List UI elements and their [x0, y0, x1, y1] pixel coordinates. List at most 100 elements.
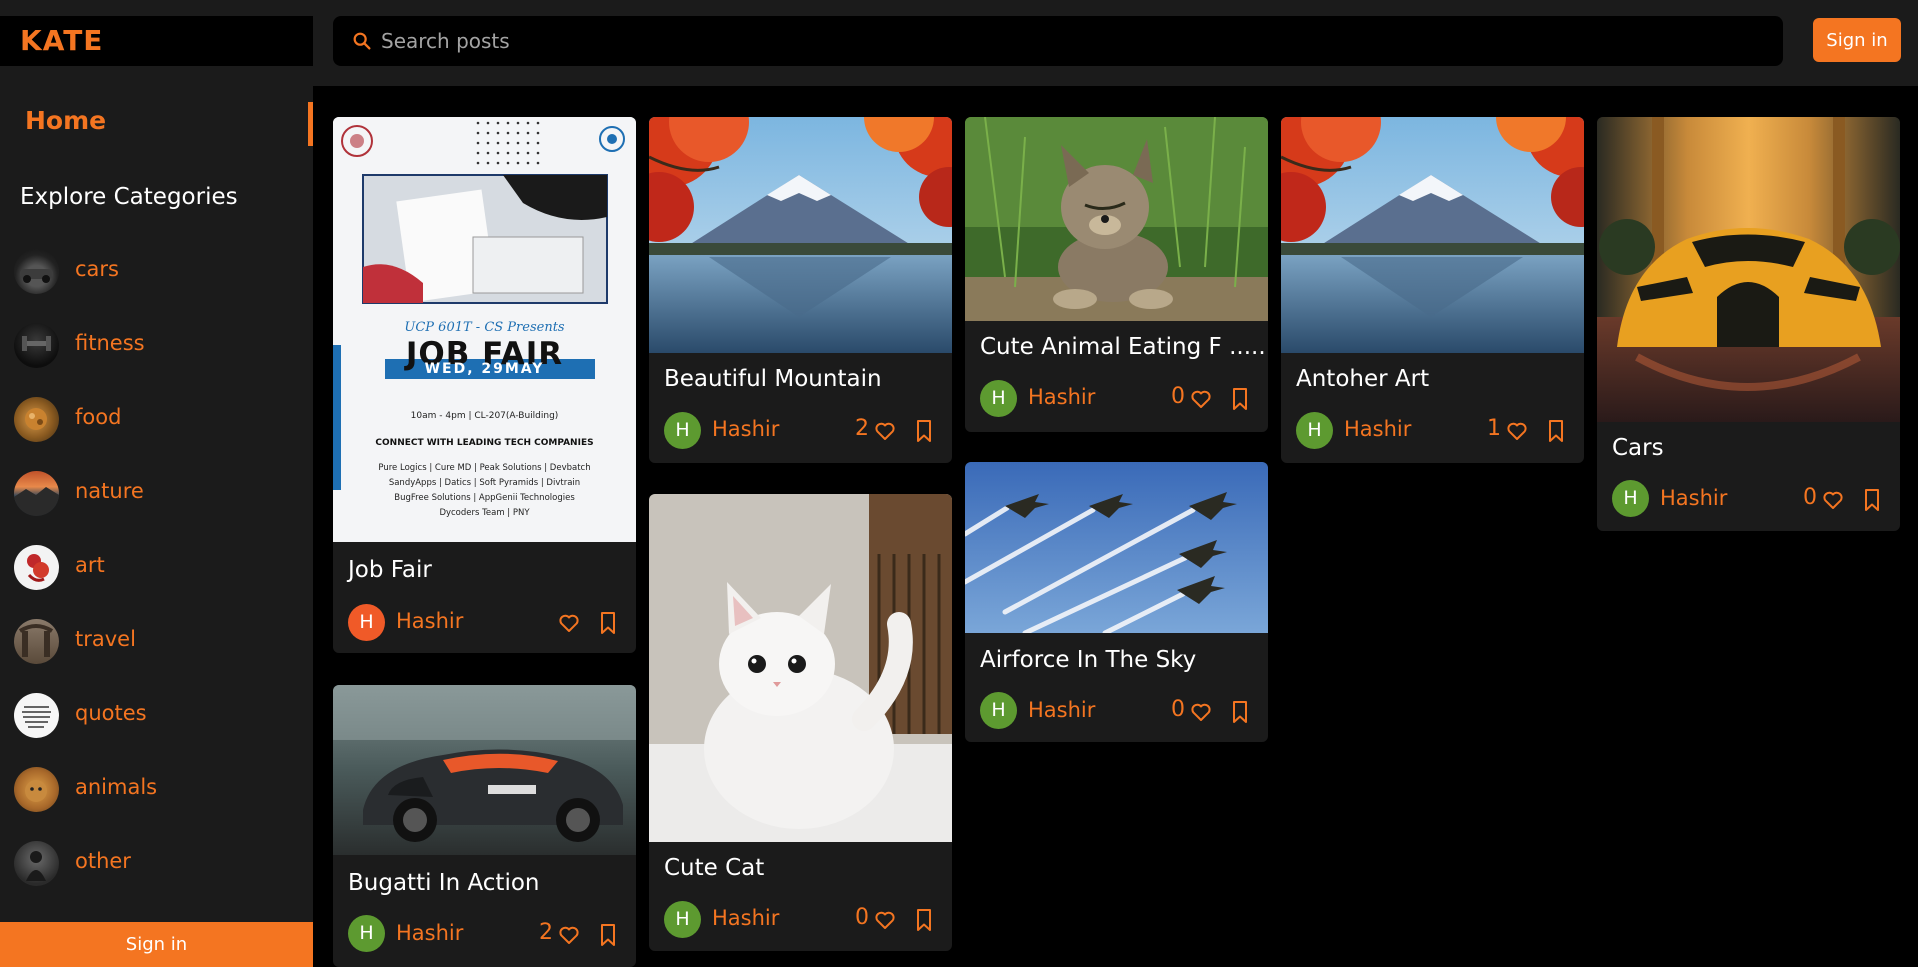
post-author[interactable]: Hashir — [396, 921, 463, 945]
bookmark-icon[interactable] — [1230, 700, 1250, 724]
bookmark-icon[interactable] — [598, 923, 618, 947]
category-thumbnail — [14, 397, 59, 442]
heart-icon[interactable] — [873, 908, 897, 932]
post-card[interactable]: Beautiful Mountain H Hashir 2 — [649, 117, 952, 463]
poster-date: WED, 29MAY — [424, 361, 545, 377]
post-author[interactable]: Hashir — [712, 906, 779, 930]
category-thumbnail — [14, 767, 59, 812]
category-label: food — [75, 405, 122, 429]
poster-companies: Dycoders Team | PNY — [439, 508, 530, 518]
heart-icon[interactable] — [557, 611, 581, 635]
sidebar-item-animals[interactable]: animals — [14, 764, 294, 814]
sidebar-item-cars[interactable]: cars — [14, 246, 294, 296]
like-count: 0 — [855, 905, 869, 930]
post-card[interactable]: Antoher Art H Hashir 1 — [1281, 117, 1584, 463]
post-title[interactable]: Bugatti In Action — [348, 870, 540, 896]
sidebar-item-art[interactable]: art — [14, 542, 294, 592]
post-title[interactable]: Airforce In The Sky — [980, 647, 1196, 673]
post-title[interactable]: Beautiful Mountain — [664, 366, 882, 392]
post-author[interactable]: Hashir — [1028, 385, 1095, 409]
category-label: animals — [75, 775, 158, 799]
post-image — [333, 685, 636, 855]
like-count: 2 — [855, 416, 869, 441]
category-label: art — [75, 553, 105, 577]
bookmark-icon[interactable] — [914, 419, 934, 443]
poster-companies: SandyApps | Datics | Soft Pyramids | Div… — [388, 478, 581, 488]
sidebar-item-nature[interactable]: nature — [14, 468, 294, 518]
like-count: 2 — [539, 920, 553, 945]
post-card[interactable]: Cars H Hashir 0 — [1597, 117, 1900, 531]
sidebar-item-food[interactable]: food — [14, 394, 294, 444]
bookmark-icon[interactable] — [1862, 488, 1882, 512]
post-image — [965, 462, 1268, 633]
post-card[interactable]: Bugatti In Action H Hashir 2 — [333, 685, 636, 967]
post-card[interactable]: Cute Animal Eating F ..... H Hashir 0 — [965, 117, 1268, 432]
post-author[interactable]: Hashir — [396, 609, 463, 633]
search-bar[interactable] — [333, 16, 1783, 66]
post-title[interactable]: Cute Cat — [664, 855, 764, 881]
category-label: travel — [75, 627, 136, 651]
avatar[interactable]: H — [980, 692, 1017, 729]
poster-companies: BugFree Solutions | AppGenii Technologie… — [394, 493, 575, 503]
bookmark-icon[interactable] — [598, 611, 618, 635]
bookmark-icon[interactable] — [914, 908, 934, 932]
post-author[interactable]: Hashir — [712, 417, 779, 441]
app-logo[interactable]: KATE — [20, 24, 103, 57]
category-label: cars — [75, 257, 119, 281]
search-input[interactable] — [381, 16, 1761, 66]
explore-categories-heading: Explore Categories — [20, 184, 238, 210]
search-icon — [353, 32, 371, 50]
post-title[interactable]: Cute Animal Eating F ..... — [980, 334, 1266, 360]
avatar[interactable]: H — [1296, 412, 1333, 449]
heart-icon[interactable] — [1505, 419, 1529, 443]
poster-companies: Pure Logics | Cure MD | Peak Solutions |… — [378, 463, 591, 473]
post-image — [649, 117, 952, 353]
heart-icon[interactable] — [873, 419, 897, 443]
post-author[interactable]: Hashir — [1028, 698, 1095, 722]
header-sign-in-button[interactable]: Sign in — [1813, 18, 1901, 62]
avatar[interactable]: H — [348, 915, 385, 952]
category-label: quotes — [75, 701, 147, 725]
bookmark-icon[interactable] — [1546, 419, 1566, 443]
poster-header: UCP 601T - CS Presents — [404, 320, 565, 335]
post-title[interactable]: Cars — [1612, 435, 1664, 461]
post-card[interactable]: UCP 601T - CS Presents JOB FAIR WED, 29M… — [333, 117, 636, 653]
category-thumbnail — [14, 545, 59, 590]
post-image — [1281, 117, 1584, 353]
sidebar-item-travel[interactable]: travel — [14, 616, 294, 666]
category-label: nature — [75, 479, 144, 503]
post-title[interactable]: Job Fair — [348, 557, 432, 583]
post-card[interactable]: Airforce In The Sky H Hashir 0 — [965, 462, 1268, 742]
post-author[interactable]: Hashir — [1660, 486, 1727, 510]
like-count: 0 — [1171, 384, 1185, 409]
heart-icon[interactable] — [1189, 387, 1213, 411]
like-count: 0 — [1803, 485, 1817, 510]
category-thumbnail — [14, 841, 59, 886]
heart-icon[interactable] — [1821, 488, 1845, 512]
sidebar-sign-in-button[interactable]: Sign in — [0, 922, 313, 967]
sidebar-item-other[interactable]: other — [14, 838, 294, 888]
post-title[interactable]: Antoher Art — [1296, 366, 1429, 392]
avatar[interactable]: H — [980, 380, 1017, 417]
bookmark-icon[interactable] — [1230, 387, 1250, 411]
sidebar-home-link[interactable]: Home — [25, 106, 106, 135]
post-author[interactable]: Hashir — [1344, 417, 1411, 441]
heart-icon[interactable] — [1189, 700, 1213, 724]
post-image: UCP 601T - CS Presents JOB FAIR WED, 29M… — [333, 117, 636, 542]
category-thumbnail — [14, 249, 59, 294]
category-thumbnail — [14, 619, 59, 664]
post-image — [1597, 117, 1900, 422]
avatar[interactable]: H — [348, 604, 385, 641]
post-image — [649, 494, 952, 842]
like-count: 1 — [1487, 416, 1501, 441]
category-label: other — [75, 849, 131, 873]
avatar[interactable]: H — [1612, 480, 1649, 517]
post-card[interactable]: Cute Cat H Hashir 0 — [649, 494, 952, 951]
heart-icon[interactable] — [557, 923, 581, 947]
category-thumbnail — [14, 693, 59, 738]
avatar[interactable]: H — [664, 901, 701, 938]
sidebar-item-fitness[interactable]: fitness — [14, 320, 294, 370]
avatar[interactable]: H — [664, 412, 701, 449]
sidebar-item-quotes[interactable]: quotes — [14, 690, 294, 740]
category-label: fitness — [75, 331, 145, 355]
